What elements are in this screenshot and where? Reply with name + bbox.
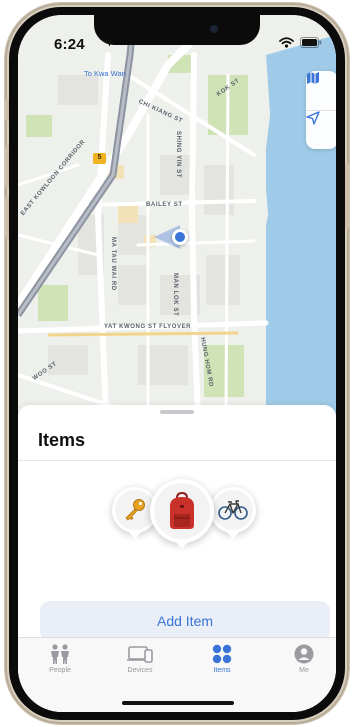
location-arrow-icon (306, 111, 320, 125)
key-icon (125, 499, 145, 521)
tab-devices[interactable]: Devices (108, 644, 172, 674)
add-item-button[interactable]: Add Item (40, 601, 330, 641)
screen: To Kwa Wan 5 EAST KOWLOON CORRIDOR MA TA… (18, 15, 336, 712)
map-view[interactable]: To Kwa Wan 5 EAST KOWLOON CORRIDOR MA TA… (18, 15, 336, 415)
location-services-icon (104, 38, 113, 47)
map-icon (307, 72, 319, 84)
bicycle-icon (218, 500, 248, 520)
tab-bar: People Devices Items Me (18, 637, 336, 712)
current-location-dot (172, 229, 188, 245)
map-mode-button[interactable] (306, 71, 336, 110)
items-icon (212, 644, 232, 664)
pin-inner (115, 490, 155, 530)
wifi-icon (279, 37, 294, 48)
tab-items[interactable]: Items (190, 644, 254, 674)
status-indicators (279, 37, 322, 48)
battery-icon (300, 37, 322, 48)
devices-icon (127, 646, 153, 663)
map-graphic (18, 15, 336, 415)
route-shield-label: 5 (97, 154, 102, 161)
street-label-bailey-st: BAILEY ST (146, 202, 183, 208)
tab-label: Items (213, 667, 231, 674)
pin-tail (127, 530, 143, 539)
pin-tail (174, 540, 190, 549)
street-label-shing-yin-st: SHING YIN ST (175, 131, 181, 179)
sheet-title: Items (38, 430, 86, 450)
item-pin-bicycle[interactable] (210, 487, 256, 539)
home-indicator[interactable] (122, 701, 234, 705)
tab-label: People (49, 667, 71, 674)
front-camera (210, 25, 218, 33)
item-pin-backpack[interactable] (150, 479, 214, 549)
tab-label: Devices (127, 667, 153, 674)
divider (18, 460, 336, 461)
pin-inner (213, 490, 253, 530)
tab-me[interactable]: Me (272, 644, 336, 674)
track-location-button[interactable] (306, 110, 336, 149)
place-label: To Kwa Wan (84, 69, 126, 78)
street-label-man-lok-st: MAN LOK ST (172, 273, 178, 317)
tab-people[interactable]: People (28, 644, 92, 674)
status-time: 6:24 (54, 36, 85, 53)
notch (94, 15, 260, 45)
me-icon (294, 644, 314, 664)
tab-label: Me (299, 667, 309, 674)
pin-inner (154, 483, 210, 539)
backpack-icon (170, 492, 194, 529)
people-icon (51, 644, 69, 664)
street-label-ma-tau-wai-rd: MA TAU WAI RD (110, 237, 116, 291)
sheet-grabber[interactable] (160, 410, 194, 414)
pin-tail (225, 530, 241, 539)
street-label-yat-kwong-st-flyover: YAT KWONG ST FLYOVER (104, 324, 192, 330)
map-controls (306, 71, 336, 149)
